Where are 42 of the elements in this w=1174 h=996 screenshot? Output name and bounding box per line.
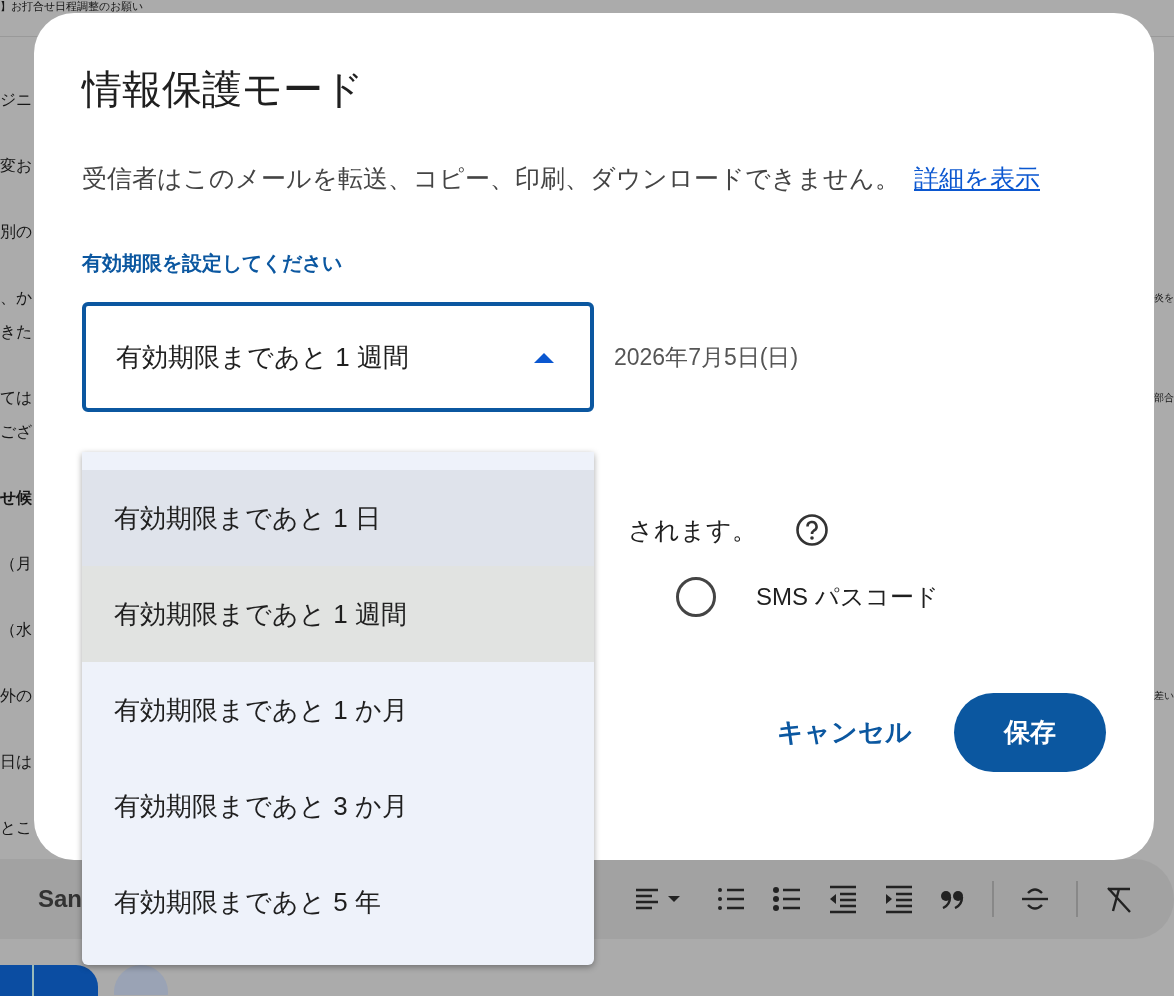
email-text: （月: [0, 554, 32, 574]
email-subject: 】お打合せ日程調整のお願い: [0, 0, 143, 12]
expiry-label: 有効期限を設定してください: [82, 251, 342, 276]
email-text: 部合: [1154, 391, 1174, 405]
quote-icon[interactable]: [940, 889, 966, 909]
email-text: ては: [0, 388, 32, 408]
email-text: ジニ: [0, 90, 32, 110]
passcode-note: されます。: [628, 514, 757, 546]
dropdown-option[interactable]: 有効期限まであと 1 週間: [82, 566, 594, 662]
help-icon[interactable]: [795, 513, 829, 547]
avatar-icon: [114, 965, 168, 995]
expiry-date: 2026年7月5日(日): [614, 342, 799, 372]
email-text: せ候: [0, 488, 32, 508]
send-button-shape[interactable]: [0, 965, 98, 996]
dialog-title: 情報保護モード: [82, 66, 365, 113]
dropdown-option[interactable]: 有効期限まであと 1 日: [82, 470, 594, 566]
bulleted-list-icon[interactable]: [772, 884, 802, 914]
email-text: 外の: [0, 686, 32, 706]
email-text: 変お: [0, 156, 32, 176]
email-text: きた: [0, 322, 32, 342]
email-text: 、か: [0, 288, 32, 308]
save-button[interactable]: 保存: [954, 693, 1106, 772]
email-text: 日は: [0, 752, 32, 772]
dialog-description: 受信者はこのメールを転送、コピー、印刷、ダウンロードできません。: [82, 164, 900, 192]
caret-icon: [534, 351, 554, 363]
radio-button[interactable]: [676, 577, 716, 617]
email-text: とこ: [0, 818, 32, 838]
learn-more-link[interactable]: 詳細を表示: [914, 164, 1040, 192]
email-text: 炎を: [1154, 291, 1174, 305]
email-text: 差い: [1154, 689, 1174, 703]
cancel-button[interactable]: キャンセル: [777, 715, 912, 750]
dropdown-option[interactable]: 有効期限まであと 3 か月: [82, 758, 594, 854]
expiry-select[interactable]: 有効期限まであと 1 週間: [82, 302, 594, 412]
email-text: 別の: [0, 222, 32, 242]
indent-increase-icon[interactable]: [884, 884, 914, 914]
email-text: ござ: [0, 422, 32, 442]
email-text: （水: [0, 620, 32, 640]
dropdown-option[interactable]: 有効期限まであと 5 年: [82, 854, 594, 950]
radio-label: SMS パスコード: [756, 582, 939, 612]
dropdown-option[interactable]: 有効期限まであと 1 か月: [82, 662, 594, 758]
indent-decrease-icon[interactable]: [828, 884, 858, 914]
font-dropdown[interactable]: San: [38, 885, 82, 913]
